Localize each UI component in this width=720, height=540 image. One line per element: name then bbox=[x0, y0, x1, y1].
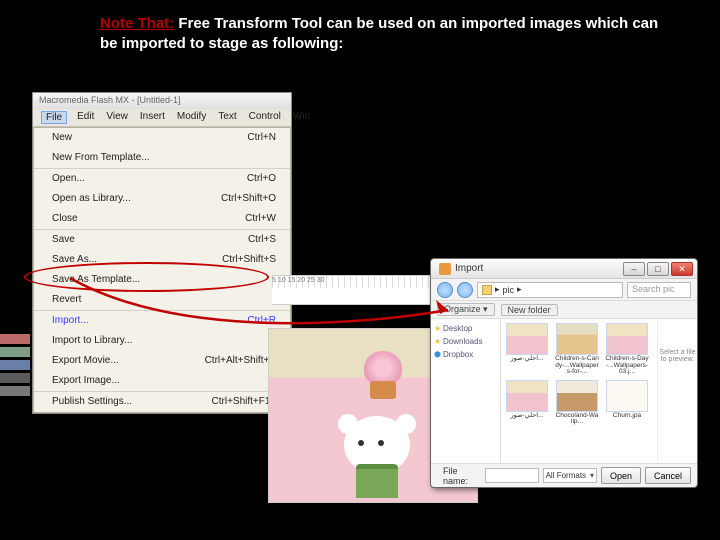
path-arrow: ▸ bbox=[495, 284, 500, 295]
menu-edit[interactable]: Edit bbox=[75, 111, 96, 124]
file-menu-item[interactable]: Publish Settings...Ctrl+Shift+F12 bbox=[34, 392, 290, 412]
menu-control[interactable]: Control bbox=[247, 111, 283, 124]
file-menu-item[interactable]: Import to Library... bbox=[34, 331, 290, 351]
note-text: Note That: Free Transform Tool can be us… bbox=[100, 14, 660, 53]
filetype-combo[interactable]: All Formats bbox=[543, 468, 597, 483]
file-menu-item[interactable]: NewCtrl+N bbox=[34, 128, 290, 148]
open-button[interactable]: Open bbox=[601, 467, 641, 484]
file-menu-item[interactable]: Save As...Ctrl+Shift+S bbox=[34, 250, 290, 270]
dialog-file-list[interactable]: احلي-صور...Children-s-Candy-...Wallpaper… bbox=[501, 319, 657, 463]
menu-modify[interactable]: Modify bbox=[175, 111, 208, 124]
flash-menubar[interactable]: File Edit View Insert Modify Text Contro… bbox=[33, 109, 291, 127]
file-menu-item[interactable]: Export Movie...Ctrl+Alt+Shift+S bbox=[34, 351, 290, 371]
file-thumb[interactable]: احلي-صور... bbox=[505, 380, 549, 426]
file-menu-item[interactable]: SaveCtrl+S bbox=[34, 230, 290, 250]
maximize-button[interactable]: □ bbox=[647, 262, 669, 276]
folder-icon bbox=[482, 285, 492, 295]
file-menu-item[interactable]: Save As Template... bbox=[34, 270, 290, 290]
dialog-nav-row: ▸ pic ▸ Search pic bbox=[431, 279, 697, 301]
dialog-icon bbox=[439, 263, 451, 275]
file-menu-item[interactable]: CloseCtrl+W bbox=[34, 209, 290, 229]
sidebar-item[interactable]: Downloads bbox=[435, 335, 496, 348]
note-body: Free Transform Tool can be used on an im… bbox=[100, 15, 658, 52]
sidebar-item[interactable]: Desktop bbox=[435, 322, 496, 335]
timeline-ruler: 5 10 15 20 25 30 bbox=[272, 276, 442, 288]
flash-titlebar: Macromedia Flash MX - [Untitled-1] bbox=[33, 93, 291, 109]
path-folder-name: pic bbox=[503, 285, 515, 295]
nav-forward-button[interactable] bbox=[457, 282, 473, 298]
file-menu-item[interactable]: Open as Library...Ctrl+Shift+O bbox=[34, 189, 290, 209]
file-menu-dropdown: NewCtrl+NNew From Template...Open...Ctrl… bbox=[33, 127, 291, 413]
path-breadcrumb[interactable]: ▸ pic ▸ bbox=[477, 282, 623, 298]
dialog-footer: File name: All Formats Open Cancel bbox=[431, 463, 697, 487]
file-menu-item[interactable]: New From Template... bbox=[34, 148, 290, 168]
preview-pane: Select a file to preview. bbox=[657, 319, 697, 463]
dialog-title: Import bbox=[455, 263, 623, 274]
menu-insert[interactable]: Insert bbox=[138, 111, 167, 124]
timeline-panel: 5 10 15 20 25 30 bbox=[272, 275, 442, 305]
file-menu-item[interactable]: Open...Ctrl+O bbox=[34, 169, 290, 189]
flower-pot-graphic bbox=[364, 351, 402, 385]
import-dialog: Import – □ ✕ ▸ pic ▸ Search pic Organize… bbox=[430, 258, 698, 488]
path-arrow: ▸ bbox=[517, 284, 522, 295]
filename-input[interactable] bbox=[485, 468, 539, 483]
dialog-sidebar: Desktop Downloads Dropbox bbox=[431, 319, 501, 463]
file-thumb[interactable]: Children-s-Day-...Wallpapers-03.j... bbox=[605, 323, 649, 376]
slide-color-tabs bbox=[0, 334, 30, 399]
file-menu-item[interactable]: Export Image... bbox=[34, 371, 290, 391]
menu-window[interactable]: Win bbox=[291, 111, 312, 124]
close-button[interactable]: ✕ bbox=[671, 262, 693, 276]
dialog-toolbar: Organize ▾ New folder bbox=[431, 301, 697, 319]
menu-file[interactable]: File bbox=[41, 111, 67, 124]
cancel-button[interactable]: Cancel bbox=[645, 467, 691, 484]
sidebar-item[interactable]: Dropbox bbox=[435, 348, 496, 361]
bear-graphic bbox=[334, 416, 420, 498]
file-thumb[interactable]: Chocoland-Wallp... bbox=[555, 380, 599, 426]
dialog-titlebar[interactable]: Import – □ ✕ bbox=[431, 259, 697, 279]
file-menu-item[interactable]: Revert bbox=[34, 290, 290, 310]
file-thumb[interactable]: احلي-صور... bbox=[505, 323, 549, 376]
newfolder-button[interactable]: New folder bbox=[501, 304, 558, 316]
filename-label: File name: bbox=[443, 466, 481, 486]
organize-button[interactable]: Organize ▾ bbox=[437, 303, 495, 316]
search-input[interactable]: Search pic bbox=[627, 282, 691, 298]
nav-back-button[interactable] bbox=[437, 282, 453, 298]
flash-app-window: Macromedia Flash MX - [Untitled-1] File … bbox=[32, 92, 292, 414]
file-thumb[interactable]: Children-s-Candy-...Wallpapers-for-... bbox=[555, 323, 599, 376]
file-thumb[interactable]: Churn.jpa bbox=[605, 380, 649, 426]
menu-view[interactable]: View bbox=[104, 111, 130, 124]
file-menu-item[interactable]: Import...Ctrl+R bbox=[34, 311, 290, 331]
minimize-button[interactable]: – bbox=[623, 262, 645, 276]
note-label: Note That: bbox=[100, 15, 174, 32]
menu-text[interactable]: Text bbox=[216, 111, 238, 124]
